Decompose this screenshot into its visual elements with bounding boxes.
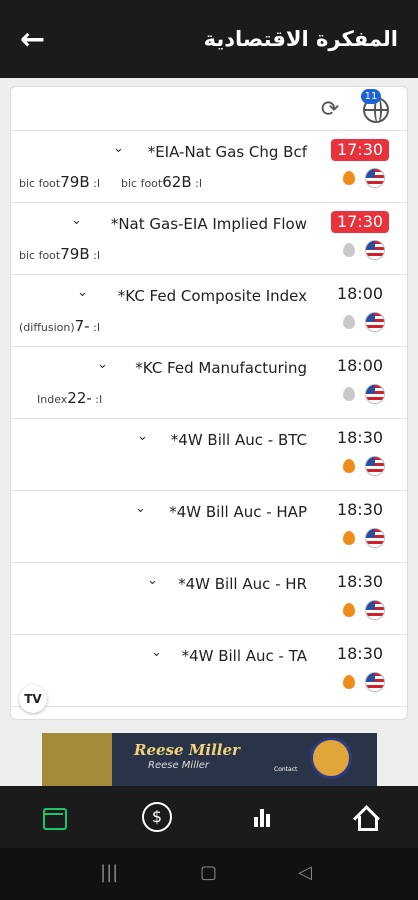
bar-chart-bar: [254, 817, 258, 827]
country-count-badge: 11: [361, 89, 381, 104]
card-toolbar: ⟳ 11: [11, 87, 407, 131]
event-row[interactable]: ⌄ *KC Fed Manufacturing Index22- :I 18:0…: [11, 347, 407, 419]
us-flag-icon: [365, 384, 385, 404]
us-flag-icon: [365, 312, 385, 332]
event-forecast: bic foot62B :I: [121, 173, 203, 191]
bar-chart-icon[interactable]: [246, 802, 276, 832]
event-title: *4W Bill Auc - BTC: [170, 431, 307, 449]
calendar-icon[interactable]: [38, 802, 68, 832]
chevron-down-icon[interactable]: ⌄: [137, 429, 148, 444]
event-time: 18:00: [336, 356, 384, 375]
tradingview-logo-icon[interactable]: TV: [19, 685, 47, 713]
chevron-down-icon[interactable]: ⌄: [147, 573, 158, 588]
ad-name: Reese Miller: [134, 741, 240, 759]
event-row[interactable]: ⌄ *Nat Gas-EIA Implied Flow bic foot79B …: [11, 203, 407, 275]
event-actual: (diffusion)7- :I: [19, 317, 101, 335]
fire-icon: [343, 675, 355, 689]
event-time: 18:30: [336, 572, 384, 591]
recent-apps-icon[interactable]: |||: [100, 862, 118, 883]
arrow-left-icon[interactable]: ←: [20, 22, 60, 57]
event-actual: bic foot79B :I: [19, 173, 101, 191]
bar-chart-bar: [260, 809, 264, 827]
chevron-down-icon[interactable]: ⌄: [151, 645, 162, 660]
fire-icon: [343, 387, 355, 401]
event-time: 17:30: [331, 139, 389, 161]
event-row[interactable]: ⌄ *KC Fed Composite Index (diffusion)7- …: [11, 275, 407, 347]
ad-banner[interactable]: Reese Miller Reese Miller Contact: [42, 733, 377, 786]
ad-contact: Contact: [274, 766, 298, 773]
fire-icon: [343, 459, 355, 473]
us-flag-icon: [365, 456, 385, 476]
event-row[interactable]: ⌄ *4W Bill Auc - HR 18:30: [11, 563, 407, 635]
us-flag-icon: [365, 600, 385, 620]
event-actual: bic foot79B :I: [19, 245, 101, 263]
event-row[interactable]: ⌄ *4W Bill Auc - TA 18:30: [11, 635, 407, 707]
app-header: ← المفكرة الاقتصادية: [0, 0, 418, 78]
refresh-icon[interactable]: ⟳: [317, 97, 343, 123]
home-icon[interactable]: [350, 802, 380, 832]
system-nav-bar: ||| ▢ ◁: [0, 848, 418, 900]
us-flag-icon: [365, 672, 385, 692]
content-area: ⟳ 11 ⌄ *EIA-Nat Gas Chg Bcf bic foot79B …: [0, 78, 418, 786]
event-time: 17:30: [331, 211, 389, 233]
page-title: المفكرة الاقتصادية: [203, 27, 398, 51]
fire-icon: [343, 171, 355, 185]
event-title: *4W Bill Auc - TA: [181, 647, 307, 665]
event-actual: Index22- :I: [37, 389, 103, 407]
back-triangle-icon[interactable]: ◁: [298, 862, 312, 883]
event-title: *4W Bill Auc - HAP: [169, 503, 307, 521]
us-flag-icon: [365, 528, 385, 548]
event-time: 18:30: [336, 428, 384, 447]
event-time: 18:30: [336, 500, 384, 519]
event-time: 18:00: [336, 284, 384, 303]
chevron-down-icon[interactable]: ⌄: [77, 285, 88, 300]
chevron-down-icon[interactable]: ⌄: [113, 141, 124, 156]
us-flag-icon: [365, 240, 385, 260]
event-title: *KC Fed Composite Index: [117, 287, 307, 305]
events-card: ⟳ 11 ⌄ *EIA-Nat Gas Chg Bcf bic foot79B …: [10, 86, 408, 720]
fire-icon: [343, 243, 355, 257]
fire-icon: [343, 315, 355, 329]
event-row[interactable]: ⌄ *4W Bill Auc - HAP 18:30: [11, 491, 407, 563]
bottom-nav: $: [0, 786, 418, 848]
bar-chart-bar: [266, 814, 270, 827]
fire-icon: [343, 603, 355, 617]
event-row[interactable]: ⌄ *4W Bill Auc - BTC 18:30: [11, 419, 407, 491]
chevron-down-icon[interactable]: ⌄: [135, 501, 146, 516]
event-title: *4W Bill Auc - HR: [178, 575, 307, 593]
event-title: *Nat Gas-EIA Implied Flow: [110, 215, 307, 233]
chevron-down-icon[interactable]: ⌄: [97, 357, 108, 372]
home-circle-icon[interactable]: ▢: [200, 862, 217, 883]
event-time: 18:30: [336, 644, 384, 663]
event-row[interactable]: ⌄ *EIA-Nat Gas Chg Bcf bic foot79B :I bi…: [11, 131, 407, 203]
us-flag-icon: [365, 168, 385, 188]
ad-image: [42, 733, 112, 786]
ad-subtitle: Reese Miller: [148, 760, 210, 771]
event-title: *KC Fed Manufacturing: [135, 359, 307, 377]
ad-logo: [310, 737, 352, 779]
fire-icon: [343, 531, 355, 545]
chevron-down-icon[interactable]: ⌄: [71, 213, 82, 228]
event-title: *EIA-Nat Gas Chg Bcf: [147, 143, 307, 161]
dollar-icon[interactable]: $: [142, 802, 172, 832]
